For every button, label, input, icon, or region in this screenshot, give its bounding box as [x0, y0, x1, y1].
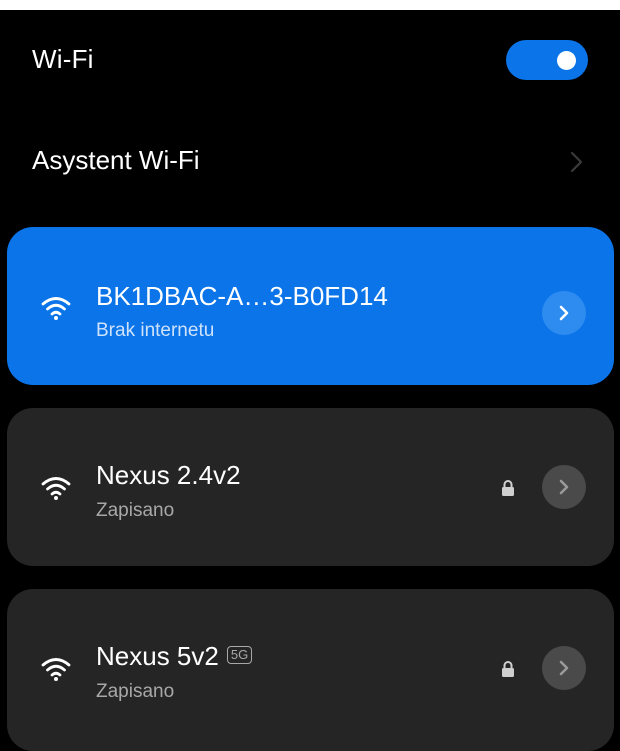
toggle-knob: [557, 51, 576, 70]
network-ssid: BK1DBAC-A…3-B0FD14: [96, 281, 388, 311]
network-card[interactable]: Nexus 5v2 5G Zapisano: [7, 589, 614, 751]
wifi-settings-screen: Wi-Fi Asystent Wi-Fi BK1DBAC-A…3-B0FD14 …: [0, 10, 620, 751]
network-ssid: Nexus 5v2: [96, 641, 219, 671]
chevron-right-icon: [559, 305, 569, 321]
wifi-assistant-row[interactable]: Asystent Wi-Fi: [0, 125, 620, 215]
network-status: Brak internetu: [96, 320, 215, 341]
lock-icon: [502, 661, 514, 677]
wifi-assistant-label: Asystent Wi-Fi: [32, 145, 200, 175]
band-5g-badge: 5G: [226, 646, 253, 664]
network-card-connected[interactable]: BK1DBAC-A…3-B0FD14 Brak internetu: [7, 227, 614, 385]
network-ssid: Nexus 2.4v2: [96, 460, 241, 490]
network-status: Zapisano: [96, 500, 175, 521]
network-ssid-row: Nexus 5v2 5G: [96, 641, 253, 672]
wifi-signal-icon: [41, 477, 71, 500]
wifi-toggle-row: Wi-Fi: [0, 10, 620, 110]
chevron-right-icon: [559, 660, 569, 676]
chevron-right-icon: [570, 151, 583, 173]
network-status: Zapisano: [96, 681, 175, 702]
wifi-signal-icon: [41, 658, 71, 681]
chevron-right-icon: [559, 479, 569, 495]
network-details-button[interactable]: [542, 291, 586, 335]
network-details-button[interactable]: [542, 646, 586, 690]
wifi-signal-icon: [41, 297, 71, 320]
network-details-button[interactable]: [542, 465, 586, 509]
lock-icon: [502, 480, 514, 496]
wifi-toggle[interactable]: [506, 40, 588, 80]
network-card[interactable]: Nexus 2.4v2 Zapisano: [7, 408, 614, 566]
wifi-label: Wi-Fi: [32, 44, 94, 74]
